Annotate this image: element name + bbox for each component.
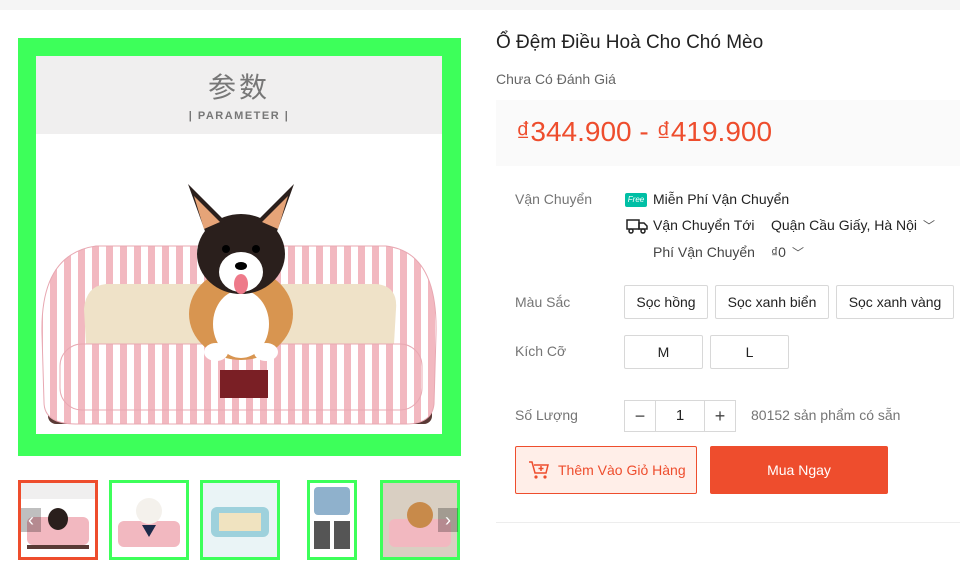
- add-to-cart-button[interactable]: Thêm Vào Giỏ Hàng: [515, 446, 697, 494]
- shipping-label: Vận Chuyển: [515, 191, 593, 207]
- buy-now-button[interactable]: Mua Ngay: [710, 446, 888, 494]
- quantity-input[interactable]: 1: [656, 401, 704, 431]
- increase-button[interactable]: +: [704, 401, 735, 431]
- color-label: Màu Sắc: [515, 294, 571, 310]
- quantity-label: Số Lượng: [515, 407, 578, 423]
- thumbnail-item[interactable]: [200, 480, 280, 560]
- thumbnail-image: [203, 483, 277, 557]
- shipping-to-label: Vận Chuyển Tới: [653, 217, 755, 233]
- chevron-left-icon[interactable]: ‹: [21, 508, 41, 532]
- chevron-right-icon[interactable]: ›: [438, 508, 458, 532]
- decrease-button[interactable]: −: [625, 401, 656, 431]
- rating-text[interactable]: Chưa Có Đánh Giá: [496, 71, 616, 87]
- truck-icon: [626, 219, 648, 234]
- product-photo: 参数 | PARAMETER |: [36, 56, 442, 434]
- thumbnail-image: [112, 483, 186, 557]
- quantity-stepper: − 1 +: [624, 400, 736, 432]
- thumbnail-strip: ‹ ›: [18, 480, 461, 560]
- thumbnail-image: [310, 483, 354, 557]
- color-option-yellow[interactable]: Sọc xanh vàng: [836, 285, 954, 319]
- product-title: Ổ Đệm Điều Hoà Cho Chó Mèo: [496, 32, 764, 53]
- color-option-blue[interactable]: Sọc xanh biển: [715, 285, 829, 319]
- product-card: 参数 | PARAMETER | ‹ › Ổ Đệm Điều Hoà Cho …: [0, 10, 960, 579]
- pet-bed-illustration: [41, 184, 437, 425]
- size-option-m[interactable]: M: [624, 335, 703, 369]
- add-to-cart-label: Thêm Vào Giỏ Hàng: [558, 462, 686, 478]
- chevron-down-icon: ﹀: [791, 246, 804, 260]
- shipping-destination[interactable]: Quận Cầu Giấy, Hà Nội ﹀: [771, 217, 935, 234]
- divider: [496, 522, 960, 523]
- shipping-fee[interactable]: ₫0 ﹀: [771, 244, 804, 261]
- color-option-pink[interactable]: Sọc hồng: [624, 285, 708, 319]
- main-product-image[interactable]: 参数 | PARAMETER |: [18, 38, 461, 456]
- free-shipping-text: Miễn Phí Vận Chuyển: [653, 191, 790, 207]
- price-range: ₫344.900 - ₫419.900: [516, 116, 773, 147]
- fee-value: ₫0: [771, 244, 786, 260]
- price-box: ₫344.900 - ₫419.900: [496, 100, 960, 166]
- stock-text: 80152 sản phẩm có sẵn: [751, 407, 901, 423]
- free-shipping-badge: Free: [625, 193, 647, 207]
- thumbnail-item[interactable]: [109, 480, 189, 560]
- add-cart-icon: [529, 461, 549, 479]
- banner-en-text: | PARAMETER |: [188, 110, 290, 122]
- parameter-banner: 参数 | PARAMETER |: [36, 56, 442, 134]
- thumbnail-item[interactable]: [307, 480, 357, 560]
- banner-cn-text: 参数: [207, 71, 270, 104]
- destination-text: Quận Cầu Giấy, Hà Nội: [771, 217, 918, 233]
- chevron-down-icon: ﹀: [923, 219, 936, 233]
- size-option-l[interactable]: L: [710, 335, 789, 369]
- shipping-fee-label: Phí Vận Chuyển: [653, 244, 755, 260]
- size-label: Kích Cỡ: [515, 343, 567, 359]
